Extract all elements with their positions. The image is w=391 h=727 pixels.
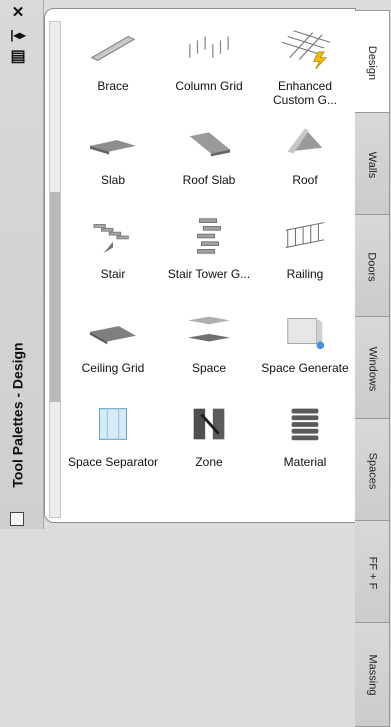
scrollbar[interactable] — [49, 21, 61, 518]
space-generate-icon — [257, 305, 353, 355]
tool-label: Space Generate — [261, 361, 349, 375]
tool-label: Zone — [195, 455, 223, 469]
tool-label: Slab — [100, 173, 126, 187]
tool-grid: Brace Column Grid Enhanced Custom G... S… — [65, 23, 353, 493]
properties-icon[interactable]: ▤ — [6, 48, 30, 66]
palette-sidebar: ✕ |◂▸ ▤ Tool Palettes - Design — [0, 0, 44, 529]
zone-icon — [161, 399, 257, 449]
slab-icon — [65, 117, 161, 167]
tool-roof[interactable]: Roof — [257, 117, 353, 211]
tool-material[interactable]: Material — [257, 399, 353, 493]
tool-slab[interactable]: Slab — [65, 117, 161, 211]
railing-icon — [257, 211, 353, 261]
tool-label: Roof — [292, 173, 318, 187]
material-icon — [257, 399, 353, 449]
tool-label: Space — [191, 361, 227, 375]
tool-label: Stair Tower G... — [167, 267, 251, 281]
stair-icon — [65, 211, 161, 261]
tool-ceiling-grid[interactable]: Ceiling Grid — [65, 305, 161, 399]
stair-tower-icon — [161, 211, 257, 261]
tool-space[interactable]: Space — [161, 305, 257, 399]
auto-hide-icon[interactable]: |◂▸ — [6, 26, 30, 44]
roof-icon — [257, 117, 353, 167]
tab-windows[interactable]: Windows — [355, 316, 390, 421]
tool-stair[interactable]: Stair — [65, 211, 161, 305]
space-separator-icon — [65, 399, 161, 449]
palette-title: Tool Palettes - Design — [10, 342, 26, 488]
ceiling-grid-icon — [65, 305, 161, 355]
tool-palette: Brace Column Grid Enhanced Custom G... S… — [44, 8, 356, 523]
brace-icon — [65, 23, 161, 73]
tab-spaces[interactable]: Spaces — [355, 418, 390, 523]
tool-brace[interactable]: Brace — [65, 23, 161, 117]
tool-label: Railing — [286, 267, 324, 281]
tool-label: Brace — [97, 79, 129, 93]
tool-enhanced-custom-grid[interactable]: Enhanced Custom G... — [257, 23, 353, 117]
tool-space-generate[interactable]: Space Generate — [257, 305, 353, 399]
tool-label: Roof Slab — [182, 173, 236, 187]
palette-menu-icon[interactable] — [10, 512, 24, 526]
space-icon — [161, 305, 257, 355]
tool-label: Column Grid — [175, 79, 243, 93]
tool-label: Stair — [100, 267, 126, 281]
tab-doors[interactable]: Doors — [355, 214, 390, 319]
tool-roof-slab[interactable]: Roof Slab — [161, 117, 257, 211]
scrollbar-thumb[interactable] — [50, 192, 60, 402]
tab-ff-f[interactable]: FF + F — [355, 520, 390, 625]
tab-walls[interactable]: Walls — [355, 112, 390, 217]
tool-column-grid[interactable]: Column Grid — [161, 23, 257, 117]
tool-label: Space Separator — [67, 455, 159, 469]
tool-zone[interactable]: Zone — [161, 399, 257, 493]
tab-massing[interactable]: Massing — [355, 622, 390, 727]
roof-slab-icon — [161, 117, 257, 167]
tool-stair-tower-generate[interactable]: Stair Tower G... — [161, 211, 257, 305]
tool-label: Material — [283, 455, 327, 469]
close-icon[interactable]: ✕ — [6, 4, 30, 22]
palette-tabs: Design Walls Doors Windows Spaces FF + F… — [355, 0, 391, 727]
tool-railing[interactable]: Railing — [257, 211, 353, 305]
tool-label: Enhanced Custom G... — [272, 79, 337, 107]
tool-space-separator[interactable]: Space Separator — [65, 399, 161, 493]
enhanced-grid-icon — [257, 23, 353, 73]
column-grid-icon — [161, 23, 257, 73]
tool-label: Ceiling Grid — [81, 361, 145, 375]
tab-design[interactable]: Design — [355, 10, 390, 115]
